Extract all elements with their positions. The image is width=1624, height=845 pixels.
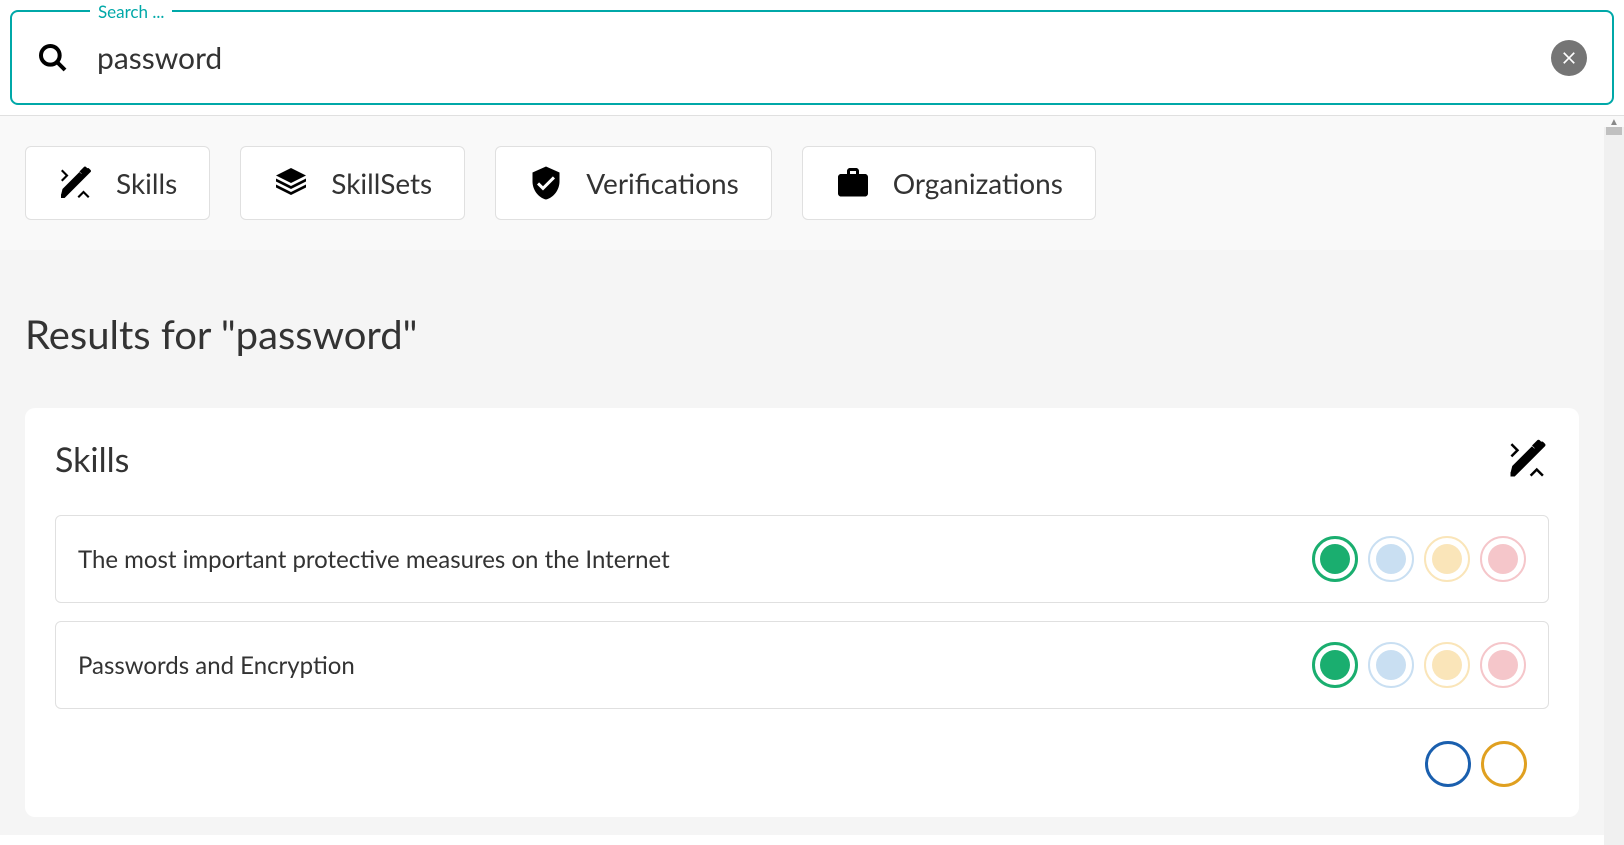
status-indicators-partial [1425,741,1527,787]
layers-icon [273,165,309,201]
search-label: Search ... [90,1,172,22]
status-indicators [1312,642,1526,688]
status-yellow-icon [1424,642,1470,688]
briefcase-icon [835,165,871,201]
search-bar: Search ... [10,10,1614,105]
status-blue-icon [1368,536,1414,582]
filter-tab-skills[interactable]: Skills [25,146,210,220]
search-input[interactable] [97,40,1551,76]
result-item[interactable]: Passwords and Encryption [55,621,1549,709]
clear-search-button[interactable] [1551,40,1587,76]
filter-tab-verifications[interactable]: Verifications [495,146,772,220]
shield-check-icon [528,165,564,201]
status-yellow-icon [1424,536,1470,582]
status-yellow-icon [1481,741,1527,787]
filter-tab-organizations[interactable]: Organizations [802,146,1096,220]
status-indicators [1312,536,1526,582]
results-content: Results for "password" Skills The most i… [0,250,1604,817]
search-icon [37,42,69,74]
skills-results-card: Skills The most important protective mea… [25,408,1579,817]
status-red-icon [1480,536,1526,582]
filter-tab-skillsets[interactable]: SkillSets [240,146,465,220]
result-item-title: Passwords and Encryption [78,651,355,680]
status-blue-icon [1368,642,1414,688]
status-blue-icon [1425,741,1471,787]
result-item[interactable]: The most important protective measures o… [55,515,1549,603]
result-item-partial [55,727,1549,787]
filter-tab-label: Organizations [893,166,1063,200]
content-area: Skills SkillSets Verifications Organizat… [0,115,1624,835]
filter-tab-label: SkillSets [331,166,432,200]
filter-tabs-row: Skills SkillSets Verifications Organizat… [0,116,1624,250]
status-red-icon [1480,642,1526,688]
filter-tab-label: Skills [116,166,177,200]
filter-tab-label: Verifications [586,166,739,200]
scrollbar[interactable]: ▲ [1604,127,1624,845]
results-heading: Results for "password" [25,250,1579,408]
status-green-icon [1312,536,1358,582]
design-tools-icon [1507,438,1549,480]
design-tools-icon [58,165,94,201]
scroll-up-icon[interactable]: ▲ [1604,117,1624,127]
scrollbar-thumb[interactable] [1606,127,1622,135]
status-green-icon [1312,642,1358,688]
result-item-title: The most important protective measures o… [78,545,670,574]
card-title: Skills [55,439,129,480]
card-header: Skills [55,438,1549,480]
